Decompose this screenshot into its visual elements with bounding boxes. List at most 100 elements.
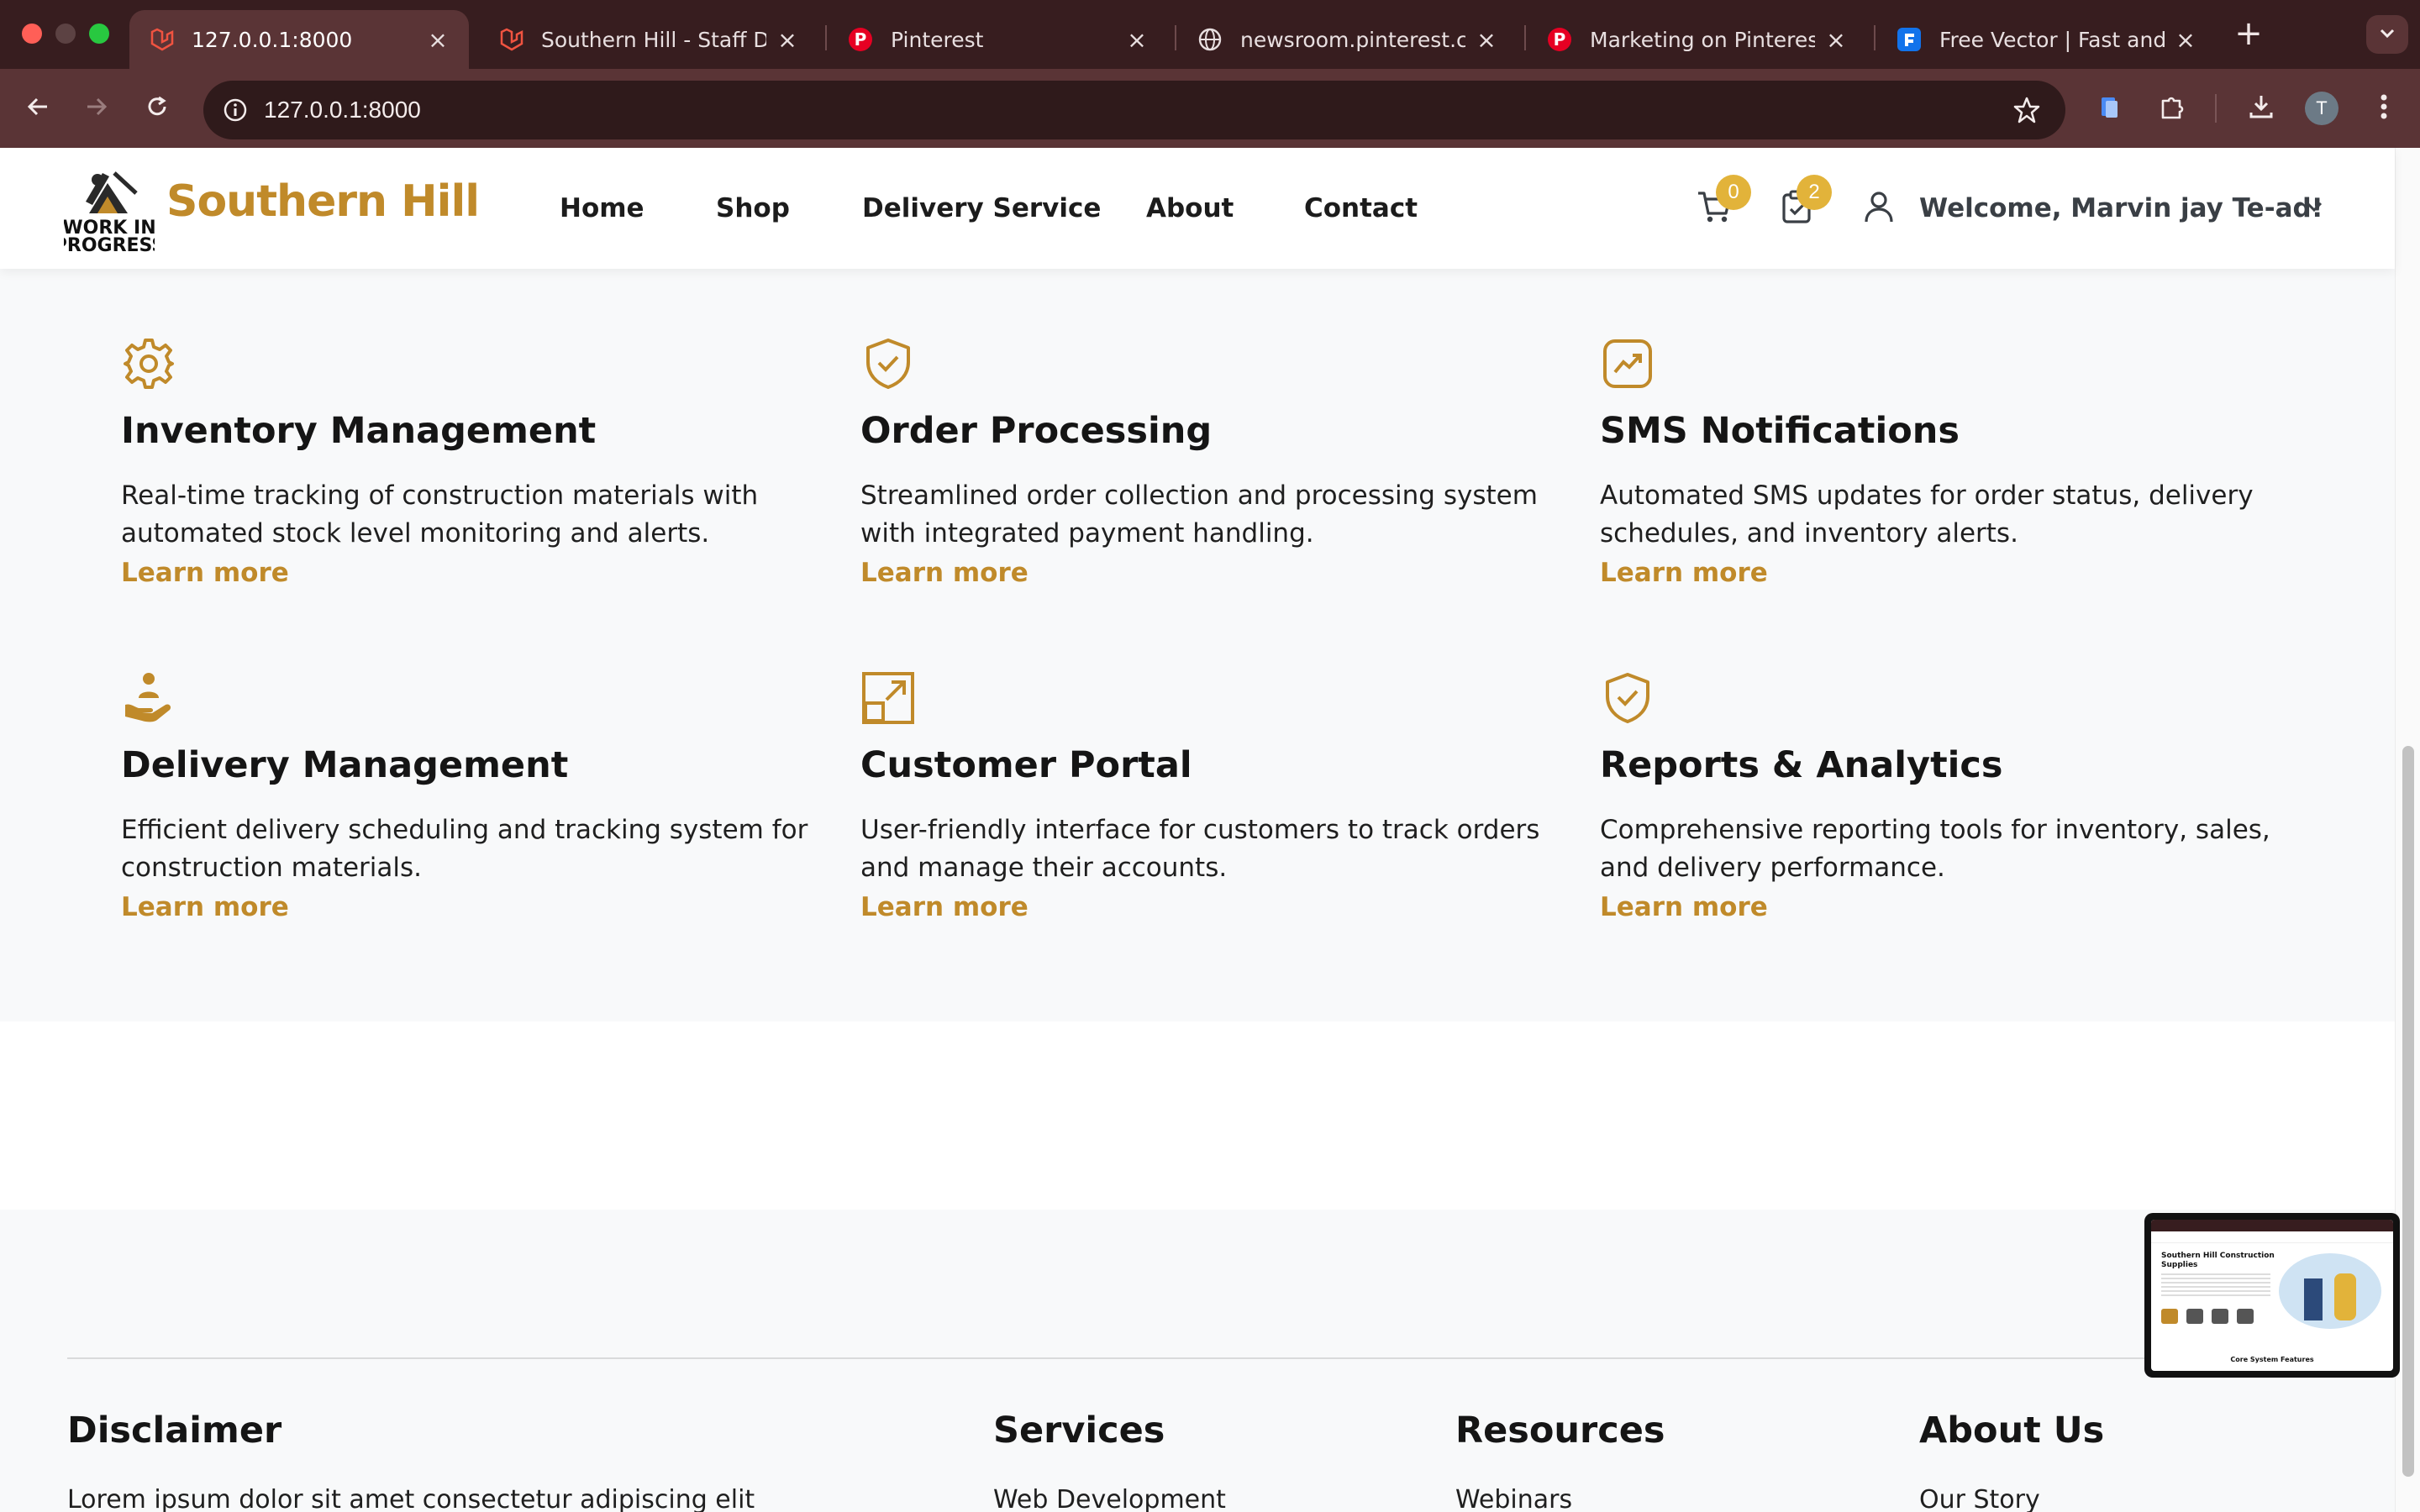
footer-link[interactable]: Our Story: [1919, 1485, 2040, 1512]
site-info-icon[interactable]: [215, 90, 255, 130]
nav-contact[interactable]: Contact: [1304, 148, 1418, 269]
logo-line-2: PROGRESS: [64, 235, 155, 252]
brand-name[interactable]: Southern Hill: [166, 176, 480, 227]
tab-separator: [1524, 25, 1526, 50]
feature-title: Inventory Management: [121, 410, 597, 452]
site-header: WORK IN PROGRESS Southern Hill Home Shop…: [0, 148, 2395, 269]
chevron-down-icon: [2377, 23, 2397, 46]
bookmark-star-icon[interactable]: [2010, 93, 2044, 127]
reload-icon: [145, 94, 170, 123]
feature-description: Comprehensive reporting tools for invent…: [1600, 815, 2270, 883]
cart-count-badge: 0: [1716, 175, 1751, 210]
nav-shop[interactable]: Shop: [716, 148, 790, 269]
close-window-button[interactable]: [22, 24, 42, 44]
feature-description: Automated SMS updates for order status, …: [1600, 480, 2254, 549]
close-tab-icon[interactable]: ×: [1823, 26, 1849, 54]
close-tab-icon[interactable]: ×: [2173, 26, 2198, 54]
close-tab-icon[interactable]: ×: [1124, 26, 1150, 54]
profile-avatar: T: [2305, 92, 2338, 125]
browser-tab[interactable]: newsroom.pinterest.com ×: [1178, 10, 1518, 69]
feature-card: Inventory Management Real-time tracking …: [121, 336, 810, 588]
learn-more-link[interactable]: Learn more: [1600, 892, 1768, 922]
tab-search-button[interactable]: [2366, 15, 2408, 54]
svg-text:P: P: [855, 29, 867, 50]
nav-delivery-service[interactable]: Delivery Service: [862, 148, 1101, 269]
feature-card: Order Processing Streamlined order colle…: [860, 336, 1549, 588]
feature-card: SMS Notifications Automated SMS updates …: [1600, 336, 2289, 588]
learn-more-link[interactable]: Learn more: [1600, 558, 1768, 588]
profile-button[interactable]: T: [2301, 87, 2343, 129]
footer-disclaimer-text: Lorem ipsum dolor sit amet consectetur a…: [67, 1485, 755, 1512]
site-footer: Disclaimer Lorem ipsum dolor sit amet co…: [0, 1210, 2395, 1512]
thumbnail-caption: Core System Features: [2230, 1356, 2314, 1363]
thumbnail-site-header: [2151, 1231, 2393, 1243]
forward-button[interactable]: [76, 87, 118, 129]
back-button[interactable]: [17, 87, 59, 129]
footer-divider: [67, 1357, 2328, 1359]
browser-tab[interactable]: Free Vector | Fast and fr ×: [1877, 10, 2217, 69]
laravel-icon: [148, 26, 175, 53]
feature-card: Customer Portal User-friendly interface …: [860, 670, 1549, 922]
tab-title: Free Vector | Fast and fr: [1939, 27, 2165, 52]
welcome-user-menu[interactable]: Welcome, Marvin jay Te-ad!: [1919, 148, 2323, 269]
thumbnail-hero-illustration: [2279, 1253, 2381, 1329]
close-tab-icon[interactable]: ×: [775, 26, 800, 54]
thumbnail-icon-row: [2161, 1309, 2262, 1327]
tab-title: Southern Hill - Staff Das: [541, 27, 766, 52]
learn-more-link[interactable]: Learn more: [121, 892, 289, 922]
user-button[interactable]: [1859, 188, 1899, 228]
laravel-icon: [497, 26, 524, 53]
user-menu-toggle[interactable]: [2294, 188, 2334, 228]
tab-title: 127.0.0.1:8000: [192, 27, 353, 52]
thumbnail-text-lines: [2161, 1273, 2270, 1297]
learn-more-link[interactable]: Learn more: [121, 558, 289, 588]
arrow-left-icon: [25, 94, 50, 123]
orders-count-badge: 2: [1797, 175, 1832, 210]
document-extension-icon: [2096, 93, 2123, 123]
feature-title: SMS Notifications: [1600, 410, 1960, 452]
download-icon: [2247, 92, 2275, 124]
pinterest-icon: P: [847, 26, 874, 53]
extension-button[interactable]: [2089, 87, 2131, 129]
browser-menu-button[interactable]: [2363, 87, 2405, 129]
learn-more-link[interactable]: Learn more: [860, 892, 1028, 922]
nav-home[interactable]: Home: [560, 148, 644, 269]
browser-tab[interactable]: 127.0.0.1:8000 ×: [129, 10, 469, 69]
hand-person-icon: [121, 670, 176, 726]
extensions-button[interactable]: [2151, 87, 2193, 129]
nav-about[interactable]: About: [1146, 148, 1234, 269]
footer-link[interactable]: Webinars: [1455, 1485, 1572, 1512]
downloads-button[interactable]: [2240, 87, 2282, 129]
arrow-right-icon: [84, 94, 109, 123]
browser-tab[interactable]: P Marketing on Pinterest | ×: [1528, 10, 1867, 69]
feature-card: Reports & Analytics Comprehensive report…: [1600, 670, 2289, 922]
minimize-window-button[interactable]: [55, 24, 76, 44]
feature-description: Streamlined order collection and process…: [860, 480, 1538, 549]
tab-separator: [825, 25, 827, 50]
expand-icon: [860, 670, 916, 726]
trending-up-icon: [1600, 336, 1655, 391]
screenshot-thumbnail-preview[interactable]: Southern Hill Construction Supplies Core…: [2144, 1213, 2400, 1378]
kebab-menu-icon: [2379, 92, 2389, 124]
footer-link[interactable]: Web Development: [993, 1485, 1226, 1512]
work-in-progress-logo[interactable]: WORK IN PROGRESS: [54, 165, 165, 256]
learn-more-link[interactable]: Learn more: [860, 558, 1028, 588]
browser-tab[interactable]: Southern Hill - Staff Das ×: [479, 10, 818, 69]
freepik-icon: [1896, 26, 1923, 53]
footer-heading-resources: Resources: [1455, 1410, 1665, 1452]
browser-tab[interactable]: P Pinterest ×: [829, 10, 1168, 69]
close-tab-icon[interactable]: ×: [1474, 26, 1499, 54]
new-tab-button[interactable]: +: [2232, 15, 2265, 52]
browser-tab-strip: 127.0.0.1:8000 × Southern Hill - Staff D…: [0, 0, 2420, 69]
user-icon: [1860, 188, 1897, 228]
url-text[interactable]: 127.0.0.1:8000: [264, 81, 421, 139]
tab-title: Pinterest: [891, 27, 984, 52]
address-bar[interactable]: 127.0.0.1:8000: [203, 81, 2065, 139]
close-tab-icon[interactable]: ×: [425, 26, 450, 54]
footer-heading-disclaimer: Disclaimer: [67, 1410, 282, 1452]
svg-text:P: P: [1554, 29, 1566, 50]
scrollbar-thumb[interactable]: [2402, 746, 2414, 1477]
puzzle-icon: [2158, 92, 2186, 124]
reload-button[interactable]: [136, 87, 178, 129]
maximize-window-button[interactable]: [89, 24, 109, 44]
